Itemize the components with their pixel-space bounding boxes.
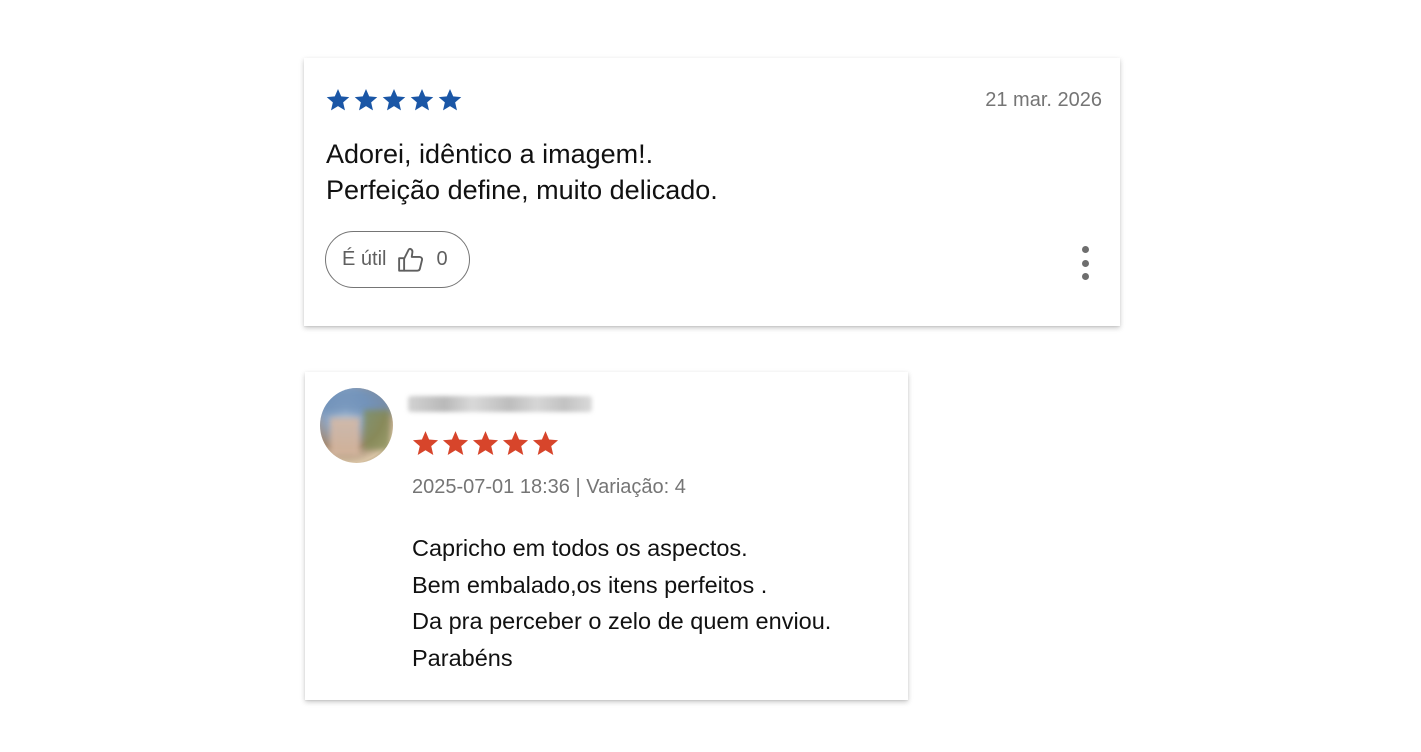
- star-icon: [442, 431, 469, 456]
- review-text: Adorei, idêntico a imagem!. Perfeição de…: [326, 136, 718, 208]
- review-text-line: Bem embalado,os itens perfeitos .: [412, 571, 768, 598]
- review-text-line: Capricho em todos os aspectos.: [412, 535, 748, 561]
- helpful-label: É útil: [342, 248, 387, 270]
- avatar: [320, 388, 393, 463]
- star-rating: [325, 87, 463, 113]
- star-icon: [382, 88, 406, 111]
- star-icon: [472, 431, 499, 456]
- more-vertical-icon[interactable]: [1078, 246, 1092, 280]
- review-text-line: Parabéns: [412, 644, 513, 671]
- review-text-line: Da pra perceber o zelo de quem enviou.: [412, 608, 832, 634]
- review-card: 21 mar. 2026 Adorei, idêntico a imagem!.…: [304, 58, 1120, 326]
- more-dot: [1081, 246, 1089, 253]
- username-redacted: [408, 396, 592, 412]
- review-text-line: Adorei, idêntico a imagem!.: [326, 139, 654, 169]
- star-rating: [411, 429, 560, 458]
- thumbs-up-icon: [396, 245, 426, 275]
- review-date: 21 mar. 2026: [985, 89, 1102, 111]
- star-icon: [354, 88, 378, 111]
- review-meta: 2025-07-01 18:36 | Variação: 4: [412, 476, 686, 498]
- star-icon: [412, 431, 439, 456]
- star-icon: [326, 88, 350, 111]
- review-text-line: Perfeição define, muito delicado.: [326, 175, 718, 205]
- star-icon: [532, 431, 559, 456]
- helpful-count: 0: [436, 248, 448, 270]
- star-icon: [502, 431, 529, 456]
- star-icon: [410, 88, 434, 111]
- star-icon: [438, 88, 462, 111]
- more-dot: [1081, 259, 1089, 267]
- review-text: Capricho em todos os aspectos. Bem embal…: [412, 530, 831, 676]
- helpful-button[interactable]: É útil 0: [325, 231, 470, 288]
- more-dot: [1081, 273, 1089, 280]
- review-card: 2025-07-01 18:36 | Variação: 4 Capricho …: [305, 372, 908, 700]
